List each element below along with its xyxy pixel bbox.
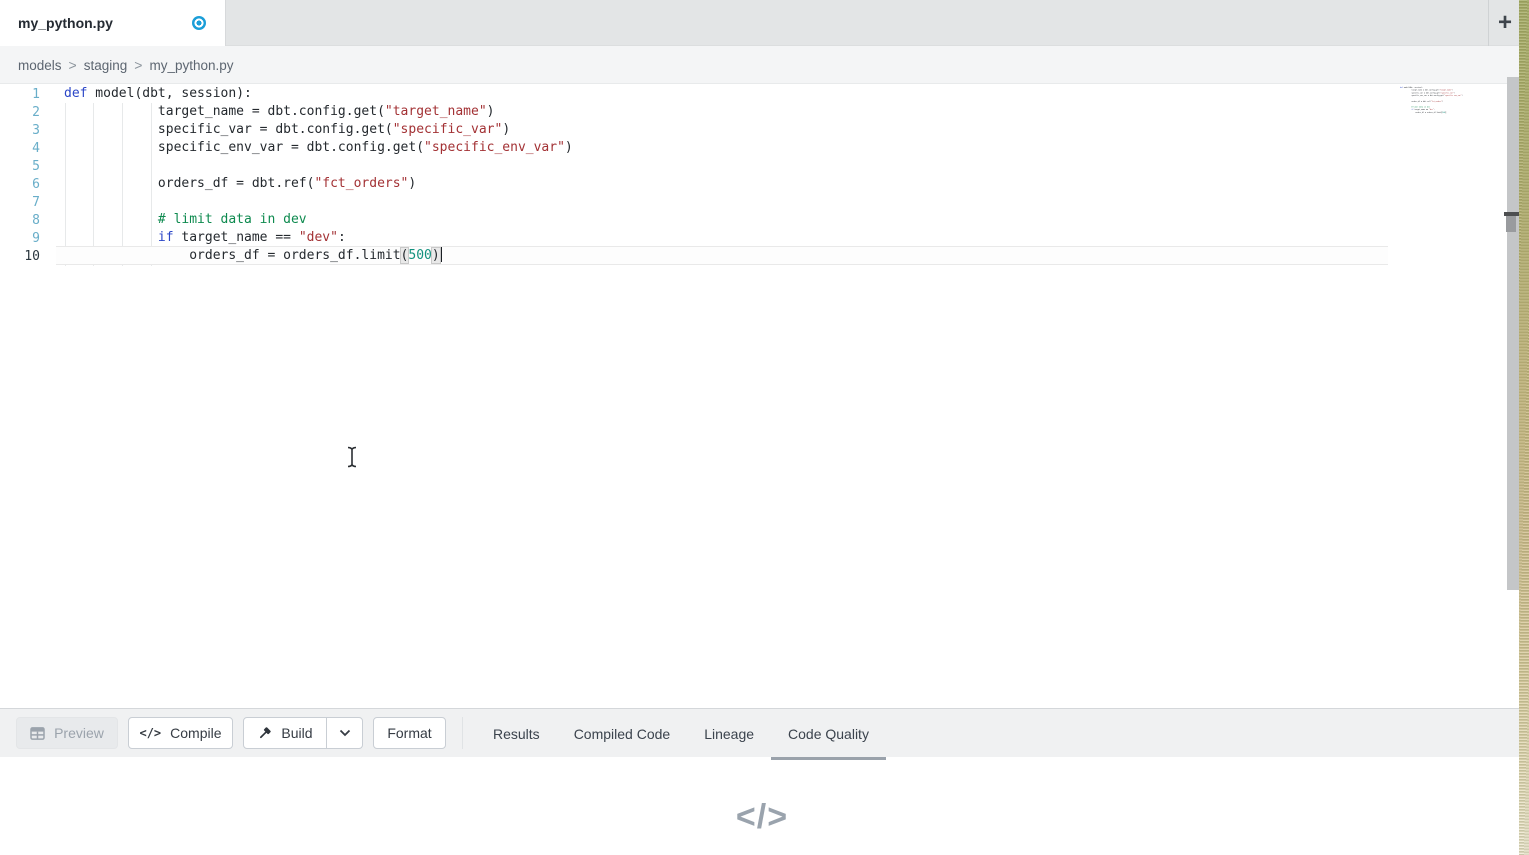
code-line-text: orders_df = orders_df.limit(500)	[1400, 111, 1446, 114]
scrollbar-thumb[interactable]	[1506, 216, 1516, 232]
preview-button[interactable]: Preview	[16, 717, 118, 749]
minimap-line: orders_df = orders_df.limit(500)	[1400, 111, 1470, 114]
breadcrumb-item[interactable]: staging	[84, 58, 128, 73]
results-tab-lineage[interactable]: Lineage	[687, 709, 771, 758]
code-line[interactable]: 7	[0, 193, 573, 211]
code-line[interactable]: 2 target_name = dbt.config.get("target_n…	[0, 103, 573, 121]
code-line[interactable]: 10 orders_df = orders_df.limit(500)	[0, 247, 573, 265]
compile-button[interactable]: </> Compile	[128, 717, 233, 749]
minimap[interactable]: def model(dbt, session): target_name = d…	[1400, 86, 1470, 118]
code-line-text: orders_df = dbt.ref("fct_orders")	[64, 175, 416, 193]
tab-my-python-py[interactable]: my_python.py	[0, 0, 226, 46]
code-line[interactable]: 8 # limit data in dev	[0, 211, 573, 229]
text-caret	[440, 247, 442, 262]
compile-label: Compile	[170, 725, 221, 741]
breadcrumb-separator: >	[134, 57, 142, 73]
minimap-content: def model(dbt, session): target_name = d…	[1400, 86, 1470, 114]
line-number: 1	[0, 87, 40, 102]
code-line[interactable]: 9 if target_name == "dev":	[0, 229, 573, 247]
results-tab-compiled-code[interactable]: Compiled Code	[557, 709, 688, 758]
line-number: 7	[0, 195, 40, 210]
code-line-text: specific_var = dbt.config.get("specific_…	[64, 121, 510, 139]
line-number: 4	[0, 141, 40, 156]
line-number: 10	[0, 249, 40, 264]
code-line-text: orders_df = orders_df.limit(500)	[64, 247, 442, 265]
line-number: 6	[0, 177, 40, 192]
scrollbar-track[interactable]	[1507, 77, 1519, 590]
code-line-text: specific_env_var = dbt.config.get("speci…	[1400, 94, 1463, 97]
dbt-ide-window: my_python.py + models > staging > my_python.…	[0, 0, 1529, 855]
tab-label: my_python.py	[18, 15, 113, 31]
new-tab-button[interactable]: +	[1490, 0, 1520, 46]
code-line[interactable]: 5	[0, 157, 573, 175]
preview-table-icon	[30, 727, 45, 740]
breadcrumb: models > staging > my_python.py	[18, 46, 234, 84]
line-number: 8	[0, 213, 40, 228]
compile-code-icon: </>	[139, 726, 161, 740]
line-number: 9	[0, 231, 40, 246]
preview-label: Preview	[54, 725, 104, 741]
format-label: Format	[387, 725, 431, 741]
editor-tab-bar: my_python.py +	[0, 0, 1529, 46]
code-line-text: orders_df = dbt.ref("fct_orders")	[1400, 100, 1443, 103]
code-lines: 1def model(dbt, session):2 target_name =…	[0, 85, 573, 265]
code-line-text: def model(dbt, session):	[64, 85, 252, 103]
code-line[interactable]: 3 specific_var = dbt.config.get("specifi…	[0, 121, 573, 139]
text-cursor-pointer	[346, 446, 358, 468]
chevron-down-icon	[339, 729, 351, 737]
build-split-button: Build	[243, 717, 363, 749]
build-hammer-icon	[257, 726, 272, 741]
minimap-line: specific_env_var = dbt.config.get("speci…	[1400, 94, 1470, 97]
breadcrumb-bar: models>staging>my_python.py Save	[0, 46, 1529, 84]
line-number: 3	[0, 123, 40, 138]
format-button[interactable]: Format	[373, 717, 446, 749]
results-tab-code-quality[interactable]: Code Quality	[771, 709, 886, 758]
unsaved-changes-indicator-icon	[192, 16, 206, 30]
build-label: Build	[281, 725, 312, 741]
code-line-text: # limit data in dev	[64, 211, 307, 229]
code-line-text: if target_name == "dev":	[64, 229, 346, 247]
build-button[interactable]: Build	[244, 718, 326, 748]
code-line[interactable]: 1 def model(dbt, session):	[0, 85, 573, 103]
tabbar-divider	[1488, 0, 1489, 46]
code-line-text: target_name = dbt.config.get("target_nam…	[64, 103, 494, 121]
code-line-text: specific_env_var = dbt.config.get("speci…	[64, 139, 573, 157]
code-editor[interactable]: 1def model(dbt, session):2 target_name =…	[0, 84, 1529, 708]
code-line[interactable]: 6 orders_df = dbt.ref("fct_orders")	[0, 175, 573, 193]
breadcrumb-item[interactable]: models	[18, 58, 62, 73]
build-options-dropdown[interactable]	[326, 718, 362, 748]
line-number: 2	[0, 105, 40, 120]
results-tabs: ResultsCompiled CodeLineageCode Quality	[476, 709, 886, 758]
right-edge-texture	[1519, 0, 1529, 855]
results-panel: Preview </> Compile Build	[0, 708, 1529, 855]
action-toolbar: Preview </> Compile Build	[0, 708, 1529, 757]
results-tab-results[interactable]: Results	[476, 709, 557, 758]
empty-state-code-icon: </>	[712, 798, 812, 837]
line-number: 5	[0, 159, 40, 174]
code-line[interactable]: 4 specific_env_var = dbt.config.get("spe…	[0, 139, 573, 157]
toolbar-divider	[462, 717, 463, 749]
breadcrumb-item[interactable]: my_python.py	[149, 58, 233, 73]
breadcrumb-separator: >	[69, 57, 77, 73]
